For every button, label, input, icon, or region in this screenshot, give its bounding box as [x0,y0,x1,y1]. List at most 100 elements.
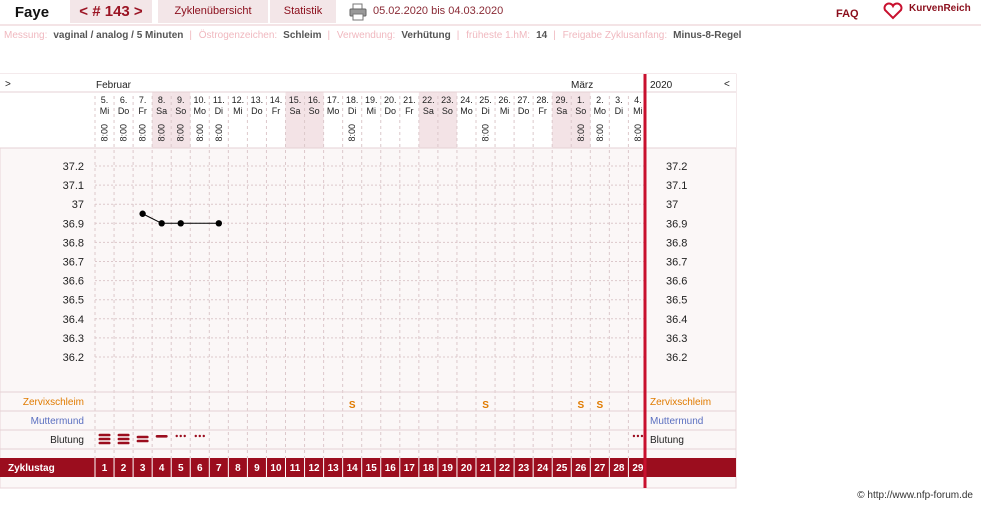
weekday-label: Di [348,106,357,116]
weekday-label: Mo [594,106,607,116]
time-label: 8:00 [576,124,586,142]
bleeding-medium-marker [136,435,149,439]
date-label: 20. [384,95,397,105]
bleeding-light-marker [155,435,168,438]
cycle-day-label: 12 [309,463,321,474]
date-label: 12. [232,95,245,105]
row-label-blutung: Blutung [50,435,84,446]
weekday-label: Mo [460,106,473,116]
weekday-label: Mi [233,106,243,116]
y-tick-label-right: 36.3 [666,333,687,345]
weekday-label: Sa [156,106,167,116]
cycle-day-label: 16 [385,463,397,474]
time-label: 8:00 [214,124,224,142]
year-label: 2020 [650,80,673,91]
date-label: 24. [460,95,473,105]
bleeding-spot-marker [175,434,178,438]
y-tick-label: 36.4 [63,314,84,326]
y-tick-label: 36.2 [63,352,84,364]
month-label: März [571,80,593,91]
bleeding-heavy-marker [98,437,111,441]
cycle-day-label: 3 [140,463,146,474]
cycle-day-label: 23 [518,463,530,474]
bleeding-spot-marker [198,434,201,438]
cycle-day-label: 14 [347,463,359,474]
cycle-day-label: 9 [254,463,260,474]
date-label: 22. [422,95,435,105]
bleeding-spot-marker [632,434,636,438]
temperature-chart: > <Februar März 20205.Mi8:006.Do8:007.Fr8:0… [0,73,737,489]
date-label: 1. [577,95,585,105]
date-label: 29. [555,95,568,105]
nav-next-button[interactable]: < [724,79,730,90]
weekday-label: Mi [366,106,376,116]
bleeding-heavy-marker [117,433,130,437]
date-label: 19. [365,95,378,105]
bleeding-spot-marker [179,434,182,438]
weekday-label: Sa [423,106,434,116]
cycle-day-label: 18 [423,463,435,474]
cycle-day-label: 26 [575,463,587,474]
row-label-zervix-right: Zervixschleim [650,397,711,408]
weekday-label: Di [615,106,624,116]
cycle-day-label: 15 [366,463,378,474]
date-label: 8. [158,95,166,105]
date-label: 11. [213,95,225,105]
cycle-day-label: 13 [328,463,340,474]
weekday-label: Do [518,106,530,116]
y-tick-label-right: 36.7 [666,257,687,269]
date-label: 7. [139,95,147,105]
time-label: 8:00 [119,124,129,142]
y-tick-label-right: 36.6 [666,276,687,288]
weekday-label: So [309,106,320,116]
cycle-day-label: 19 [442,463,454,474]
date-label: 17. [327,95,340,105]
date-label: 6. [120,95,128,105]
cycle-day-label: 11 [290,463,301,474]
weekday-label: Fr [272,106,281,116]
bleeding-spot-marker [636,434,640,438]
time-label: 8:00 [481,124,491,142]
time-label: 8:00 [347,124,357,142]
date-label: 4. [634,95,642,105]
bleeding-spot-marker [202,434,205,438]
nav-prev-button[interactable]: > [5,79,11,90]
date-label: 21. [403,95,416,105]
bleeding-heavy-marker [98,441,111,445]
zervix-marker: S [577,400,584,411]
y-tick-label: 37 [72,199,84,211]
weekday-label: Mo [194,106,207,116]
row-label-muttermund-right: Muttermund [650,416,703,427]
bleeding-medium-marker [136,439,149,443]
bleeding-spot-marker [194,434,197,438]
date-label: 18. [346,95,359,105]
y-tick-label-right: 36.8 [666,237,687,249]
cycle-day-label: 24 [537,463,549,474]
cycle-day-label: 27 [594,463,606,474]
time-label: 8:00 [633,124,643,142]
cycle-day-label: 8 [235,463,241,474]
y-tick-label: 36.5 [63,295,84,307]
date-label: 9. [177,95,185,105]
bleeding-heavy-marker [117,441,130,445]
date-label: 10. [194,95,207,105]
date-label: 16. [308,95,321,105]
cycle-day-label: 21 [480,463,492,474]
row-label-blutung-right: Blutung [650,435,684,446]
bleeding-heavy-marker [98,433,111,437]
cycle-day-label: 22 [499,463,511,474]
y-tick-label-right: 36.4 [666,314,687,326]
temperature-point [139,210,146,217]
date-label: 3. [615,95,623,105]
time-label: 8:00 [176,124,186,142]
time-label: 8:00 [595,124,605,142]
weekday-label: Do [251,106,263,116]
row-label-zervix: Zervixschleim [23,397,84,408]
cycle-day-label: 20 [461,463,473,474]
y-tick-label-right: 37.2 [666,161,687,173]
y-tick-label-right: 37 [666,199,678,211]
weekday-label: So [175,106,186,116]
copyright: © http://www.nfp-forum.de [857,490,973,501]
time-label: 8:00 [157,124,167,142]
time-label: 8:00 [100,124,110,142]
